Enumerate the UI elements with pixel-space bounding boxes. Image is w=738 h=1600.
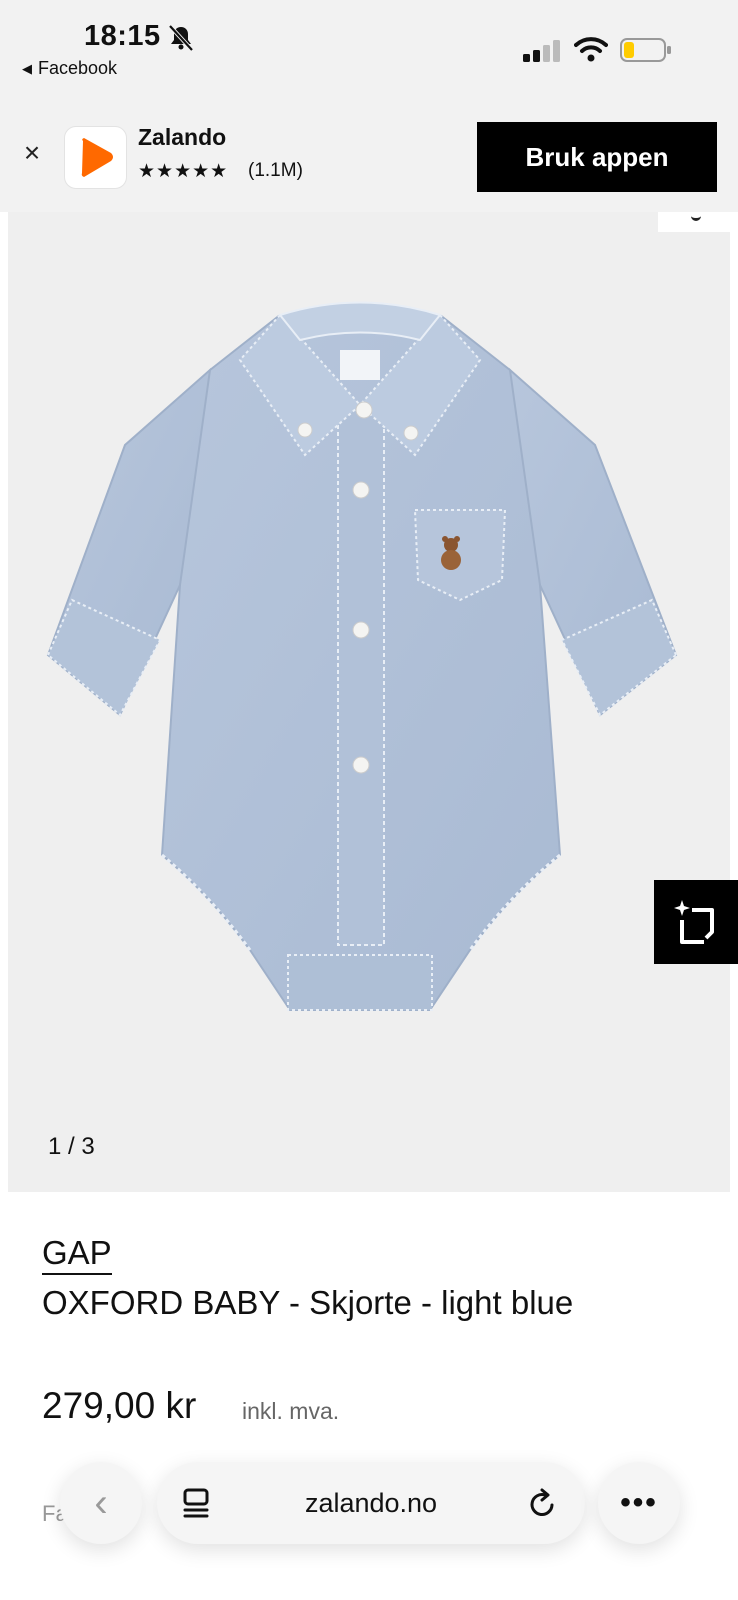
reload-icon[interactable]: [527, 1488, 559, 1520]
tax-note: inkl. mva.: [242, 1398, 340, 1424]
brand-link[interactable]: GAP: [42, 1235, 112, 1275]
review-count: (1.1M): [248, 160, 303, 181]
more-options-button[interactable]: •••: [598, 1462, 680, 1544]
zalando-logo-icon: [64, 126, 127, 189]
battery-icon: [620, 38, 671, 62]
chevron-left-icon: ‹: [94, 1480, 108, 1525]
rating-stars: ★★★★★: [138, 161, 229, 182]
bear-logo: [441, 536, 461, 570]
product-price: 279,00 kr: [42, 1385, 197, 1426]
more-icon: •••: [620, 1486, 658, 1519]
product-image[interactable]: [40, 295, 700, 1035]
browser-back-button[interactable]: ‹: [60, 1462, 142, 1544]
product-title: OXFORD BABY - Skjorte - light blue: [42, 1284, 574, 1321]
wishlist-tab[interactable]: [658, 212, 734, 232]
image-counter: 1 / 3: [48, 1133, 95, 1160]
wifi-icon: [574, 37, 608, 62]
open-app-button[interactable]: Bruk appen: [477, 122, 717, 192]
address-bar[interactable]: zalando.no: [157, 1462, 585, 1544]
cellular-signal-icon: [523, 40, 560, 62]
play-shape-icon: [81, 138, 113, 177]
back-to-app-link[interactable]: ◀ Facebook: [22, 58, 117, 79]
similar-items-icon: [674, 900, 714, 944]
find-similar-button[interactable]: [654, 880, 738, 964]
back-arrow-icon: ◀: [22, 60, 32, 76]
url-text[interactable]: zalando.no: [157, 1462, 585, 1544]
back-app-label: Facebook: [38, 58, 118, 78]
close-banner-button[interactable]: ×: [18, 139, 46, 167]
app-name: Zalando: [138, 124, 227, 150]
bell-muted-icon: [168, 24, 194, 52]
status-time: 18:15: [84, 20, 161, 52]
